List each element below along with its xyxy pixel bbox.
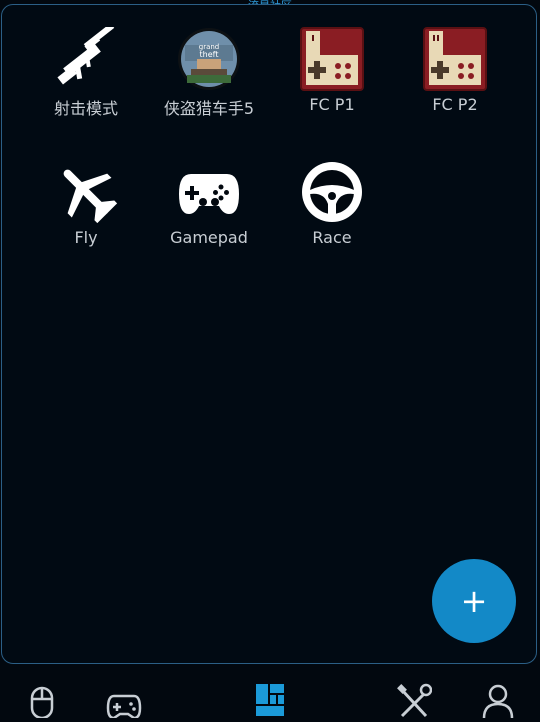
- tile-label: Gamepad: [170, 228, 248, 247]
- tile-label: Race: [312, 228, 352, 247]
- gamepad-icon: [106, 694, 142, 718]
- bottom-nav: [0, 666, 540, 722]
- layout-panel: 射击模式 grand theft 侠盗猎车手5 FC P1 FC P2 Fly …: [1, 4, 537, 664]
- nav-gamepad[interactable]: [104, 682, 144, 722]
- airplane-icon: [63, 169, 118, 224]
- user-icon: [482, 684, 514, 718]
- tile-label: 侠盗猎车手5: [163, 99, 255, 118]
- tile-fly[interactable]: Fly: [26, 160, 146, 247]
- famicom-controller-icon: [300, 27, 364, 91]
- tile-fc-p2[interactable]: FC P2: [395, 27, 515, 114]
- mouse-icon: [30, 686, 54, 718]
- svg-text:theft: theft: [200, 50, 219, 59]
- tile-gamepad[interactable]: Gamepad: [149, 160, 269, 247]
- famicom-controller-icon: [423, 27, 487, 91]
- tile-label: FC P1: [309, 95, 355, 114]
- tools-icon: [397, 683, 432, 718]
- nav-profile[interactable]: [478, 682, 518, 722]
- steering-wheel-icon: [302, 162, 362, 222]
- tile-label: 射击模式: [53, 99, 118, 118]
- gta5-logo-icon: grand theft: [178, 28, 240, 90]
- sniper-rifle-icon: [57, 27, 115, 85]
- app-screen: 流星社区 射击模式 grand: [0, 0, 540, 722]
- layout-grid-icon: [256, 684, 284, 716]
- tile-label: Fly: [74, 228, 98, 247]
- gamepad-icon: [179, 174, 239, 214]
- nav-layouts[interactable]: [250, 680, 290, 720]
- tile-label: FC P2: [432, 95, 478, 114]
- tile-fc-p1[interactable]: FC P1: [272, 27, 392, 114]
- tile-gta5[interactable]: grand theft 侠盗猎车手5: [149, 27, 269, 119]
- add-layout-button[interactable]: +: [432, 559, 516, 643]
- plus-icon: +: [460, 582, 488, 620]
- tile-race[interactable]: Race: [272, 160, 392, 247]
- nav-tools[interactable]: [394, 682, 434, 722]
- tile-shooting-mode[interactable]: 射击模式: [26, 27, 146, 119]
- nav-mouse[interactable]: [22, 682, 62, 722]
